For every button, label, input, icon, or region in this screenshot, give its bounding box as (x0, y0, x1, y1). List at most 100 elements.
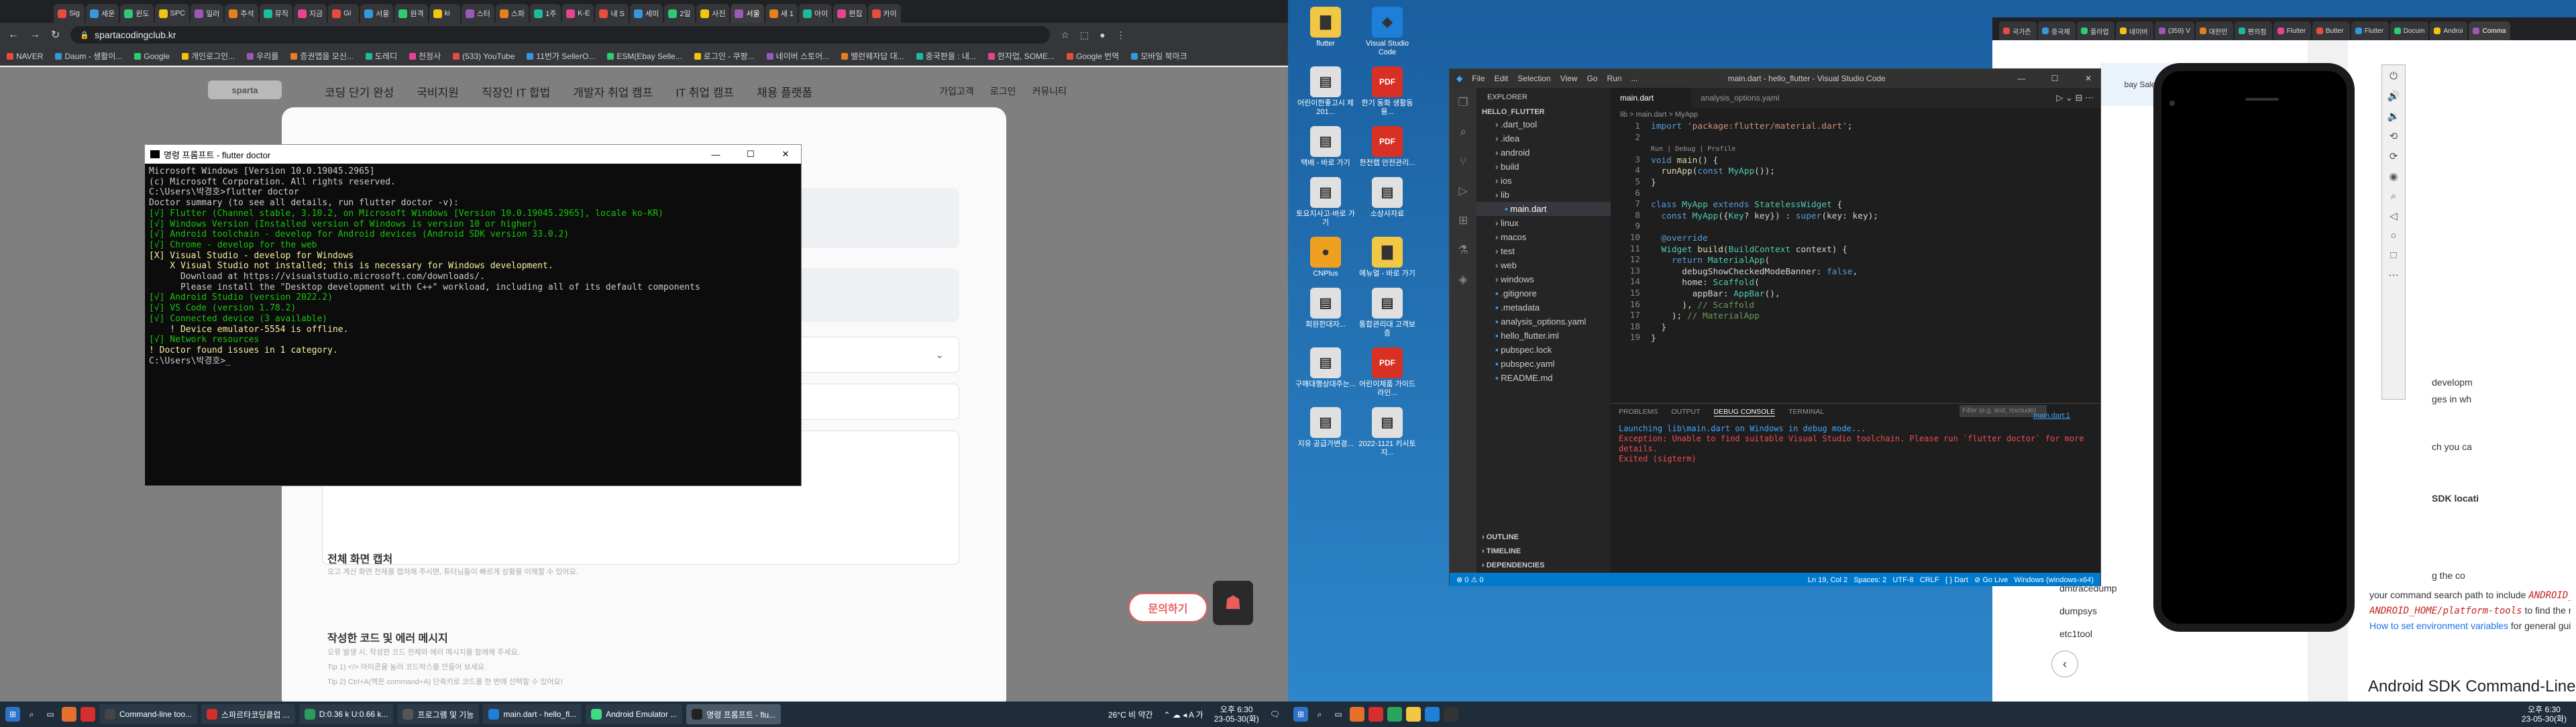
site-nav-item[interactable]: 채용 플랫폼 (757, 83, 812, 100)
app-icon[interactable] (1368, 707, 1383, 722)
terminal-icon[interactable] (1444, 707, 1458, 722)
explorer-item[interactable]: › lib (1477, 188, 1611, 202)
env-vars-link[interactable]: How to set environment variables (2369, 620, 2508, 631)
codelens[interactable]: Run | Debug | Profile (1651, 146, 1735, 153)
site-nav-item[interactable]: 개발자 취업 캠프 (573, 83, 653, 100)
chrome-tab[interactable]: 뮤직 (259, 4, 292, 23)
outline-section[interactable]: › DEPENDENCIES (1477, 559, 1611, 573)
desktop-icon[interactable]: PDF 한전랩 안전관리... (1356, 126, 1418, 168)
docs-nav-item[interactable]: etc1tool (2059, 622, 2117, 645)
debug-console-output[interactable]: Launching lib\main.dart on Windows in de… (1619, 424, 2088, 464)
docs-nav-item[interactable]: dumpsys (2059, 600, 2117, 622)
minimize-icon[interactable]: — (700, 150, 731, 160)
ask-button[interactable]: 문의하기 (1128, 593, 1208, 622)
profile-icon[interactable]: ● (1099, 30, 1105, 40)
desktop-icon[interactable]: ▤ 지유 공급가변경... (1295, 407, 1356, 457)
chrome-tab[interactable]: 2일 (664, 4, 696, 23)
chrome-tab[interactable]: ki (429, 4, 460, 23)
explorer-item[interactable]: ▪ README.md (1477, 371, 1611, 385)
taskbar-app[interactable]: Android Emulator ... (586, 704, 683, 724)
chrome-tab[interactable]: Docum (2390, 21, 2429, 40)
taskbar-app[interactable]: main.dart - hello_fl... (483, 704, 582, 724)
source-control-icon[interactable]: ⑂ (1450, 147, 1477, 176)
chrome-tab[interactable]: SPC (154, 4, 190, 23)
collapse-sidebar-button[interactable]: ‹ (2051, 651, 2078, 677)
chrome-tab[interactable]: 지금 (293, 4, 327, 23)
chrome-tab[interactable]: 사진 (696, 4, 730, 23)
close-icon[interactable]: ✕ (2076, 74, 2100, 83)
bookmark-item[interactable]: 개인로그인... (181, 50, 235, 62)
maximize-icon[interactable]: ☐ (2043, 74, 2067, 83)
bookmark-item[interactable]: 한자업, SOME... (987, 50, 1055, 62)
chrome-tab[interactable]: 중국제 (2038, 21, 2076, 40)
task-view-icon[interactable]: ▭ (1331, 707, 1346, 722)
flutter-icon[interactable]: ◈ (1450, 265, 1477, 294)
chrome-tab[interactable]: 세미 (629, 4, 663, 23)
status-info[interactable]: Ln 19, Col 2 Spaces: 2 UTF-8 CRLF { } Da… (1808, 575, 2094, 584)
power-icon[interactable]: ⏻ (2390, 70, 2398, 82)
chrome-tab[interactable]: 카이 (867, 4, 901, 23)
explorer-item[interactable]: › web (1477, 258, 1611, 272)
maximize-icon[interactable]: ☐ (735, 149, 766, 160)
explorer-item[interactable]: ▪ main.dart (1477, 202, 1611, 216)
panel-tab[interactable]: OUTPUT (1671, 408, 1700, 416)
chrome-tab[interactable]: Sig (54, 4, 85, 23)
app-icon[interactable] (80, 707, 95, 722)
back-icon[interactable]: ← (8, 29, 19, 41)
site-nav-item[interactable]: IT 취업 캠프 (676, 83, 734, 100)
explorer-item[interactable]: › ios (1477, 174, 1611, 188)
mascot-icon[interactable]: ☗ (1213, 581, 1253, 625)
chrome-tab[interactable]: Comma (2469, 21, 2510, 40)
site-nav-item[interactable]: 직장인 IT 합법 (482, 83, 550, 100)
windows-start-icon[interactable]: ⊞ (1293, 707, 1308, 722)
bookmark-item[interactable]: 네이버 스토어... (766, 50, 829, 62)
testing-icon[interactable]: ⚗ (1450, 235, 1477, 265)
desktop-icon[interactable]: ◆ Visual Studio Code (1356, 7, 1418, 57)
chrome-tab[interactable]: 세운 (86, 4, 119, 23)
explorer-item[interactable]: ▪ hello_flutter.iml (1477, 329, 1611, 343)
forward-icon[interactable]: → (30, 29, 40, 41)
explorer-item[interactable]: ▪ .metadata (1477, 300, 1611, 315)
vscode-menu-item[interactable]: Go (1587, 74, 1597, 83)
app-icon[interactable] (1387, 707, 1402, 722)
files-icon[interactable]: ❐ (1450, 88, 1477, 117)
chrome-tab[interactable]: Flutter (2351, 21, 2389, 40)
chrome-tab[interactable]: (359) V (2155, 21, 2194, 40)
overview-icon[interactable]: □ (2390, 249, 2396, 261)
chrome-tab[interactable]: 아이 (799, 4, 833, 23)
bookmark-item[interactable]: 천정사 (409, 50, 441, 62)
desktop-icon[interactable]: ▤ 회원한대자... (1295, 288, 1356, 338)
minimize-icon[interactable]: — (2009, 74, 2033, 83)
panel-tab[interactable]: TERMINAL (1788, 408, 1824, 416)
site-right-nav-item[interactable]: 커뮤니티 (1032, 85, 1067, 98)
chrome-tab[interactable]: 내 S (595, 4, 629, 23)
star-icon[interactable]: ☆ (1061, 30, 1069, 41)
reload-icon[interactable]: ↻ (51, 28, 60, 42)
bookmark-item[interactable]: Google 번역 (1067, 50, 1119, 62)
android-emulator-phone[interactable] (2153, 63, 2355, 632)
explorer-item[interactable]: › linux (1477, 216, 1611, 230)
bookmark-item[interactable]: 도레디 (365, 50, 397, 62)
vscode-menu-item[interactable]: View (1560, 74, 1578, 83)
vscode-menu-item[interactable]: File (1472, 74, 1485, 83)
bookmark-item[interactable]: (533) YouTube (453, 52, 515, 61)
more-icon[interactable]: ⋯ (2389, 269, 2399, 281)
code-editor[interactable]: import 'package:flutter/material.dart'; … (1651, 121, 2053, 345)
chrome-tab[interactable]: 새 1 (765, 4, 798, 23)
windows-start-icon[interactable]: ⊞ (5, 707, 20, 722)
console-source-link[interactable]: main.dart:1 (2033, 412, 2070, 420)
bookmark-item[interactable]: 우리를 (247, 50, 278, 62)
bookmark-item[interactable]: 중국판을 : 내... (916, 50, 976, 62)
screenshot-icon[interactable]: ◉ (2389, 170, 2398, 182)
explorer-item[interactable]: › macos (1477, 230, 1611, 244)
status-problems[interactable]: ⊗ 0 ⚠ 0 (1456, 575, 1483, 584)
chrome-tab[interactable]: 일러 (191, 4, 224, 23)
desktop-icon[interactable]: ▤ 통합관리대 고객보증 (1356, 288, 1418, 338)
breadcrumb[interactable]: lib > main.dart > MyApp (1611, 108, 1698, 121)
explorer-item[interactable]: › .dart_tool (1477, 117, 1611, 131)
bookmark-item[interactable]: 11번가 SellerO... (527, 50, 595, 62)
panel-tab[interactable]: PROBLEMS (1619, 408, 1658, 416)
bookmark-item[interactable]: NAVER (7, 52, 43, 61)
chrome-tab[interactable]: 스터 (461, 4, 494, 23)
explorer-item[interactable]: › android (1477, 146, 1611, 160)
